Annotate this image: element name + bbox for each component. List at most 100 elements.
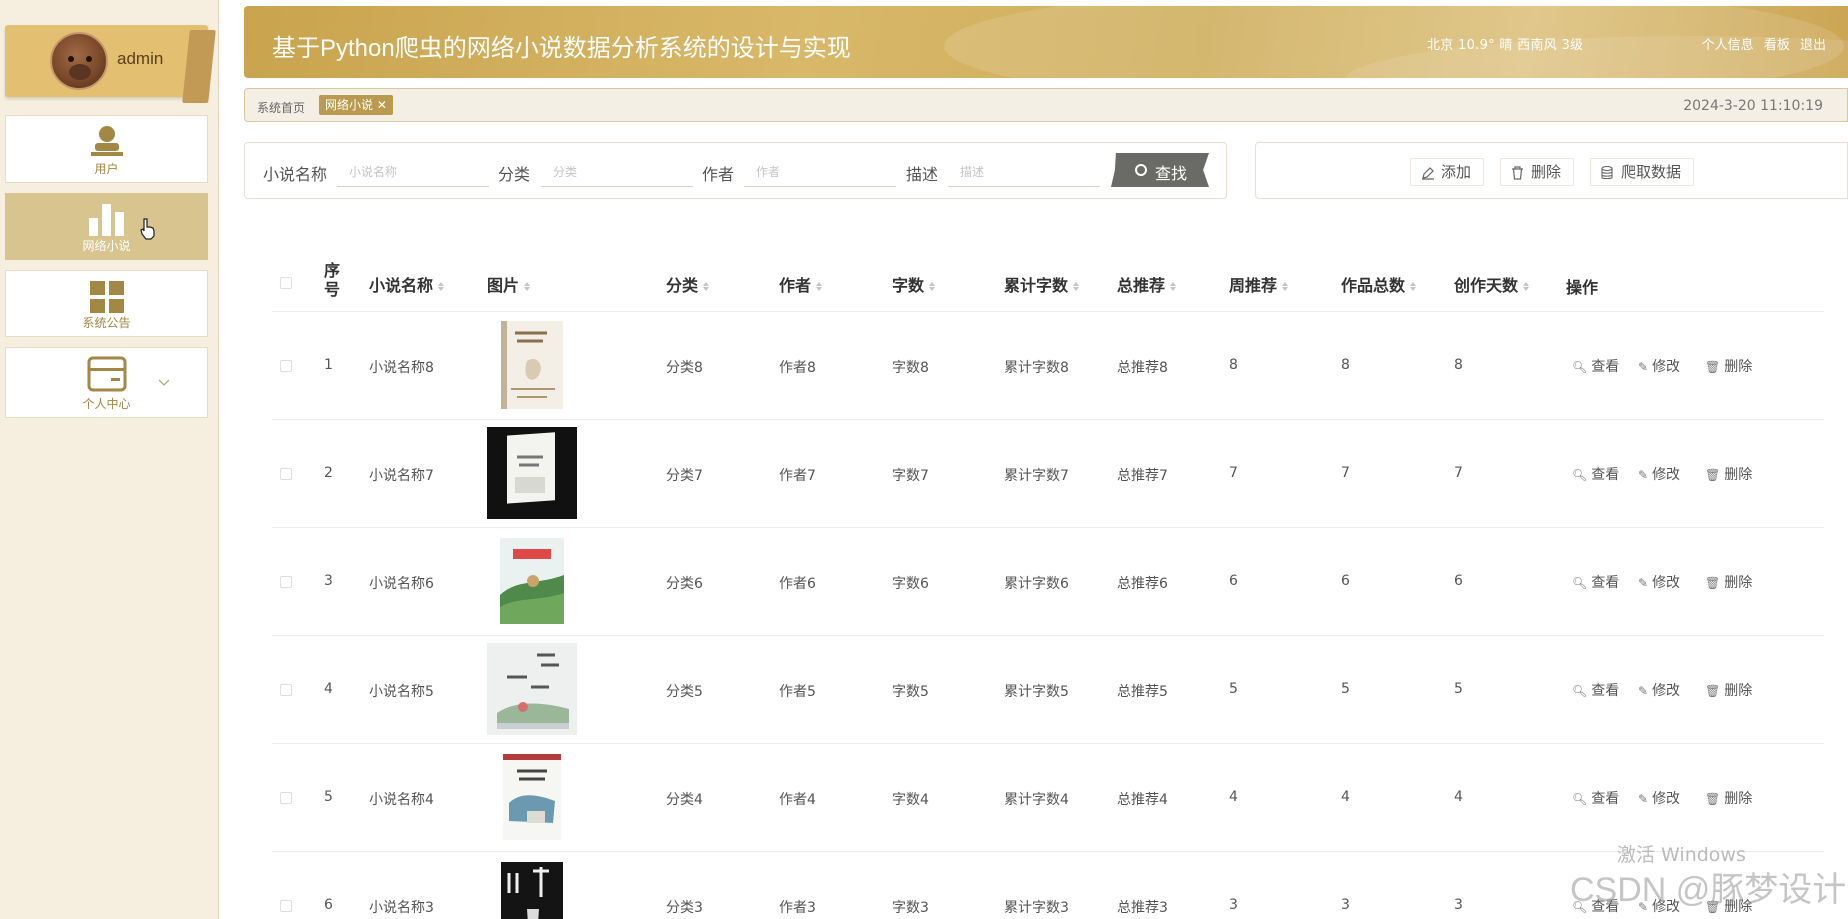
table-row: 1 小说名称8 分类8 作者8 字数8 累计字数8 总推荐8 8 8 8 🔍︎ 查…	[272, 312, 1824, 420]
cell-week-recommend: 5	[1229, 681, 1238, 697]
crawl-data-button[interactable]: 爬取数据	[1590, 158, 1695, 186]
logout-link[interactable]: 退出	[1800, 38, 1826, 53]
cell-words: 字数6	[892, 576, 929, 592]
view-button[interactable]: 🔍︎ 查看	[1572, 788, 1619, 808]
row-checkbox[interactable]	[280, 360, 292, 372]
edit-button[interactable]: ✎ 修改	[1638, 788, 1680, 808]
table-row: 2 小说名称7 分类7 作者7 字数7 累计字数7 总推荐7 7 7 7 🔍︎ 查…	[272, 420, 1824, 528]
novel-cover-image[interactable]	[487, 859, 577, 919]
novel-cover-image[interactable]	[487, 427, 577, 519]
cell-category: 分类4	[666, 792, 703, 808]
cell-total-words: 累计字数4	[1004, 792, 1069, 808]
column-header-category[interactable]: 分类	[666, 272, 710, 296]
cell-words: 字数8	[892, 360, 929, 376]
search-label-name: 小说名称	[263, 165, 328, 184]
delete-button[interactable]: 删除	[1500, 158, 1575, 186]
trash-icon: 🗑︎	[1705, 360, 1721, 374]
row-checkbox[interactable]	[280, 900, 292, 912]
cell-name: 小说名称7	[369, 468, 434, 484]
sidebar-item-label: 系统公告	[82, 316, 131, 330]
cell-works: 4	[1341, 789, 1350, 805]
edit-button[interactable]: ✎ 修改	[1638, 680, 1680, 700]
column-header-words[interactable]: 字数	[892, 272, 936, 296]
cell-index: 4	[324, 681, 333, 697]
chevron-down-icon[interactable]	[158, 379, 170, 387]
cell-author: 作者6	[779, 576, 816, 592]
select-all-checkbox[interactable]	[280, 277, 292, 289]
edit-button[interactable]: ✎ 修改	[1638, 572, 1680, 592]
search-name-input[interactable]	[337, 157, 489, 187]
avatar	[50, 32, 108, 90]
row-checkbox[interactable]	[280, 684, 292, 696]
search-author-input[interactable]	[744, 157, 896, 187]
search-panel: 小说名称 分类 作者 描述 查找	[244, 142, 1227, 199]
novel-cover-image[interactable]	[487, 535, 577, 627]
edit-icon	[1422, 167, 1434, 180]
search-icon: 🔍︎	[1572, 468, 1588, 482]
add-button[interactable]: 添加	[1410, 158, 1485, 186]
header-links: 个人信息 看板 退出	[1696, 34, 1826, 53]
sidebar-item-profile[interactable]: 个人中心	[5, 347, 208, 418]
row-checkbox[interactable]	[280, 468, 292, 480]
cell-week-recommend: 7	[1229, 465, 1238, 481]
cell-words: 字数4	[892, 792, 929, 808]
cell-category: 分类6	[666, 576, 703, 592]
dashboard-link[interactable]: 看板	[1764, 38, 1790, 53]
cell-category: 分类5	[666, 684, 703, 700]
column-header-name[interactable]: 小说名称	[369, 272, 445, 296]
column-header-total-recommend[interactable]: 总推荐	[1117, 272, 1177, 296]
search-label-description: 描述	[906, 165, 939, 184]
top-header: 基于Python爬虫的网络小说数据分析系统的设计与实现 北京 10.9° 晴 西…	[244, 6, 1848, 78]
novel-cover-image[interactable]	[487, 751, 577, 843]
tab-novels[interactable]: 网络小说 ✕	[319, 95, 393, 115]
row-checkbox[interactable]	[280, 576, 292, 588]
cell-total-words: 累计字数6	[1004, 576, 1069, 592]
view-button[interactable]: 🔍︎ 查看	[1572, 572, 1619, 592]
sidebar-item-users[interactable]: 用户	[5, 115, 208, 183]
row-checkbox[interactable]	[280, 792, 292, 804]
cell-works: 5	[1341, 681, 1350, 697]
column-header-works[interactable]: 作品总数	[1341, 272, 1417, 296]
database-icon	[1601, 166, 1613, 180]
grid-icon	[89, 281, 124, 313]
delete-row-button[interactable]: 🗑︎ 删除	[1705, 788, 1752, 808]
search-category-input[interactable]	[541, 157, 693, 187]
cell-author: 作者5	[779, 684, 816, 700]
column-header-total-words[interactable]: 累计字数	[1004, 272, 1080, 296]
cell-category: 分类8	[666, 360, 703, 376]
user-icon	[90, 126, 123, 156]
view-button[interactable]: 🔍︎ 查看	[1572, 356, 1619, 376]
trash-icon	[1512, 166, 1523, 180]
user-name: admin	[117, 49, 164, 68]
novel-cover-image[interactable]	[487, 319, 577, 411]
delete-row-button[interactable]: 🗑︎ 删除	[1705, 464, 1752, 484]
cell-works: 3	[1341, 897, 1350, 913]
cell-name: 小说名称8	[369, 360, 434, 376]
sidebar-item-announcements[interactable]: 系统公告	[5, 270, 208, 337]
cell-works: 8	[1341, 357, 1350, 373]
user-card[interactable]: admin	[5, 25, 216, 103]
delete-row-button[interactable]: 🗑︎ 删除	[1705, 572, 1752, 592]
view-button[interactable]: 🔍︎ 查看	[1572, 464, 1619, 484]
column-header-author[interactable]: 作者	[779, 272, 823, 296]
novel-cover-image[interactable]	[487, 643, 577, 735]
view-button[interactable]: 🔍︎ 查看	[1572, 680, 1619, 700]
cell-total-words: 累计字数8	[1004, 360, 1069, 376]
edit-button[interactable]: ✎ 修改	[1638, 464, 1680, 484]
column-header-week-recommend[interactable]: 周推荐	[1229, 272, 1289, 296]
profile-link[interactable]: 个人信息	[1702, 38, 1754, 53]
search-description-input[interactable]	[948, 157, 1100, 187]
delete-row-button[interactable]: 🗑︎ 删除	[1705, 680, 1752, 700]
column-header-image[interactable]: 图片	[487, 272, 531, 296]
column-header-days[interactable]: 创作天数	[1454, 272, 1530, 296]
sidebar-item-novels[interactable]: 网络小说	[5, 193, 208, 260]
edit-button[interactable]: ✎ 修改	[1638, 356, 1680, 376]
page-title: 基于Python爬虫的网络小说数据分析系统的设计与实现	[272, 35, 851, 62]
search-label-author: 作者	[702, 165, 735, 184]
cell-week-recommend: 4	[1229, 789, 1238, 805]
cell-category: 分类3	[666, 900, 703, 916]
trash-icon: 🗑︎	[1705, 468, 1721, 482]
search-button[interactable]: 查找	[1111, 153, 1209, 187]
breadcrumb-home[interactable]: 系统首页	[257, 99, 305, 116]
delete-row-button[interactable]: 🗑︎ 删除	[1705, 356, 1752, 376]
